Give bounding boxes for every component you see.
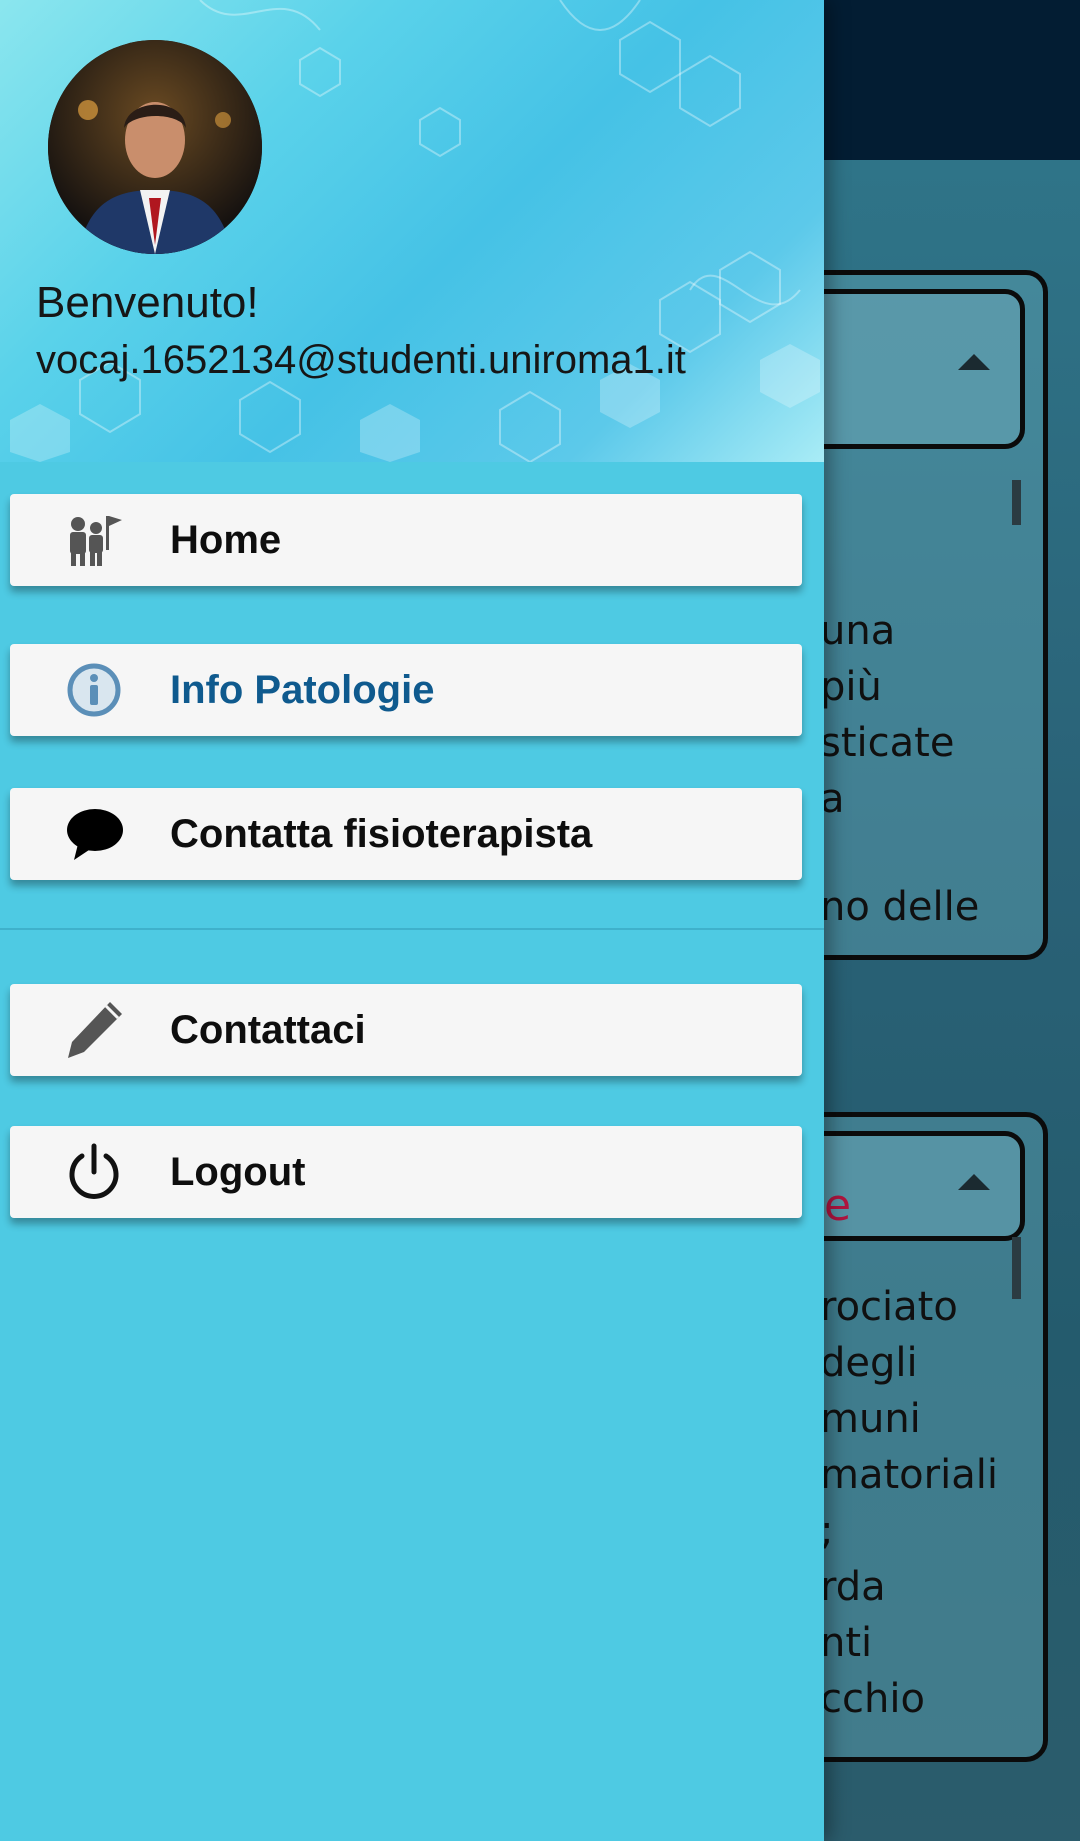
menu-item-label: Contattaci <box>170 1007 366 1052</box>
welcome-text: Benvenuto! <box>36 278 259 327</box>
navigation-drawer: Benvenuto! vocaj.1652134@studenti.unirom… <box>0 0 824 1841</box>
caret-up-icon[interactable] <box>958 1174 990 1190</box>
card-text-line: cchio <box>820 1676 925 1722</box>
card-text-line: più <box>820 664 882 710</box>
pencil-icon <box>62 998 126 1062</box>
caret-up-icon[interactable] <box>958 354 990 370</box>
card-text-line: rociato <box>820 1284 958 1330</box>
card-text-line: sticate <box>820 720 955 766</box>
menu-item-info-patologie[interactable]: Info Patologie <box>10 644 802 736</box>
card-header-text: e <box>824 1180 852 1231</box>
info-icon <box>62 658 126 722</box>
menu-item-label: Info Patologie <box>170 667 435 712</box>
card-text-line: no delle <box>820 884 980 930</box>
menu-divider <box>0 928 824 930</box>
menu-item-contattaci[interactable]: Contattaci <box>10 984 802 1076</box>
card-text-line: matoriali <box>820 1452 998 1498</box>
menu-item-label: Home <box>170 517 282 562</box>
scrollbar[interactable] <box>1012 480 1021 525</box>
drawer-header: Benvenuto! vocaj.1652134@studenti.unirom… <box>0 0 824 462</box>
menu-item-label: Contatta fisioterapista <box>170 811 593 856</box>
power-icon <box>62 1140 126 1204</box>
menu-item-contatta-fisioterapista[interactable]: Contatta fisioterapista <box>10 788 802 880</box>
card-text-line: nti <box>820 1620 873 1666</box>
avatar[interactable] <box>48 40 262 254</box>
menu-item-home[interactable]: Home <box>10 494 802 586</box>
menu-item-logout[interactable]: Logout <box>10 1126 802 1218</box>
people-flag-icon <box>62 508 126 572</box>
menu-item-label: Logout <box>170 1149 306 1194</box>
card-text-line: degli <box>820 1340 918 1386</box>
scrollbar[interactable] <box>1012 1237 1021 1299</box>
speech-bubble-icon <box>62 802 126 866</box>
card-text-line: muni <box>820 1396 921 1442</box>
card-text-line: una <box>820 608 896 654</box>
card-text-line: rda <box>820 1564 886 1610</box>
user-email: vocaj.1652134@studenti.uniroma1.it <box>36 338 686 382</box>
